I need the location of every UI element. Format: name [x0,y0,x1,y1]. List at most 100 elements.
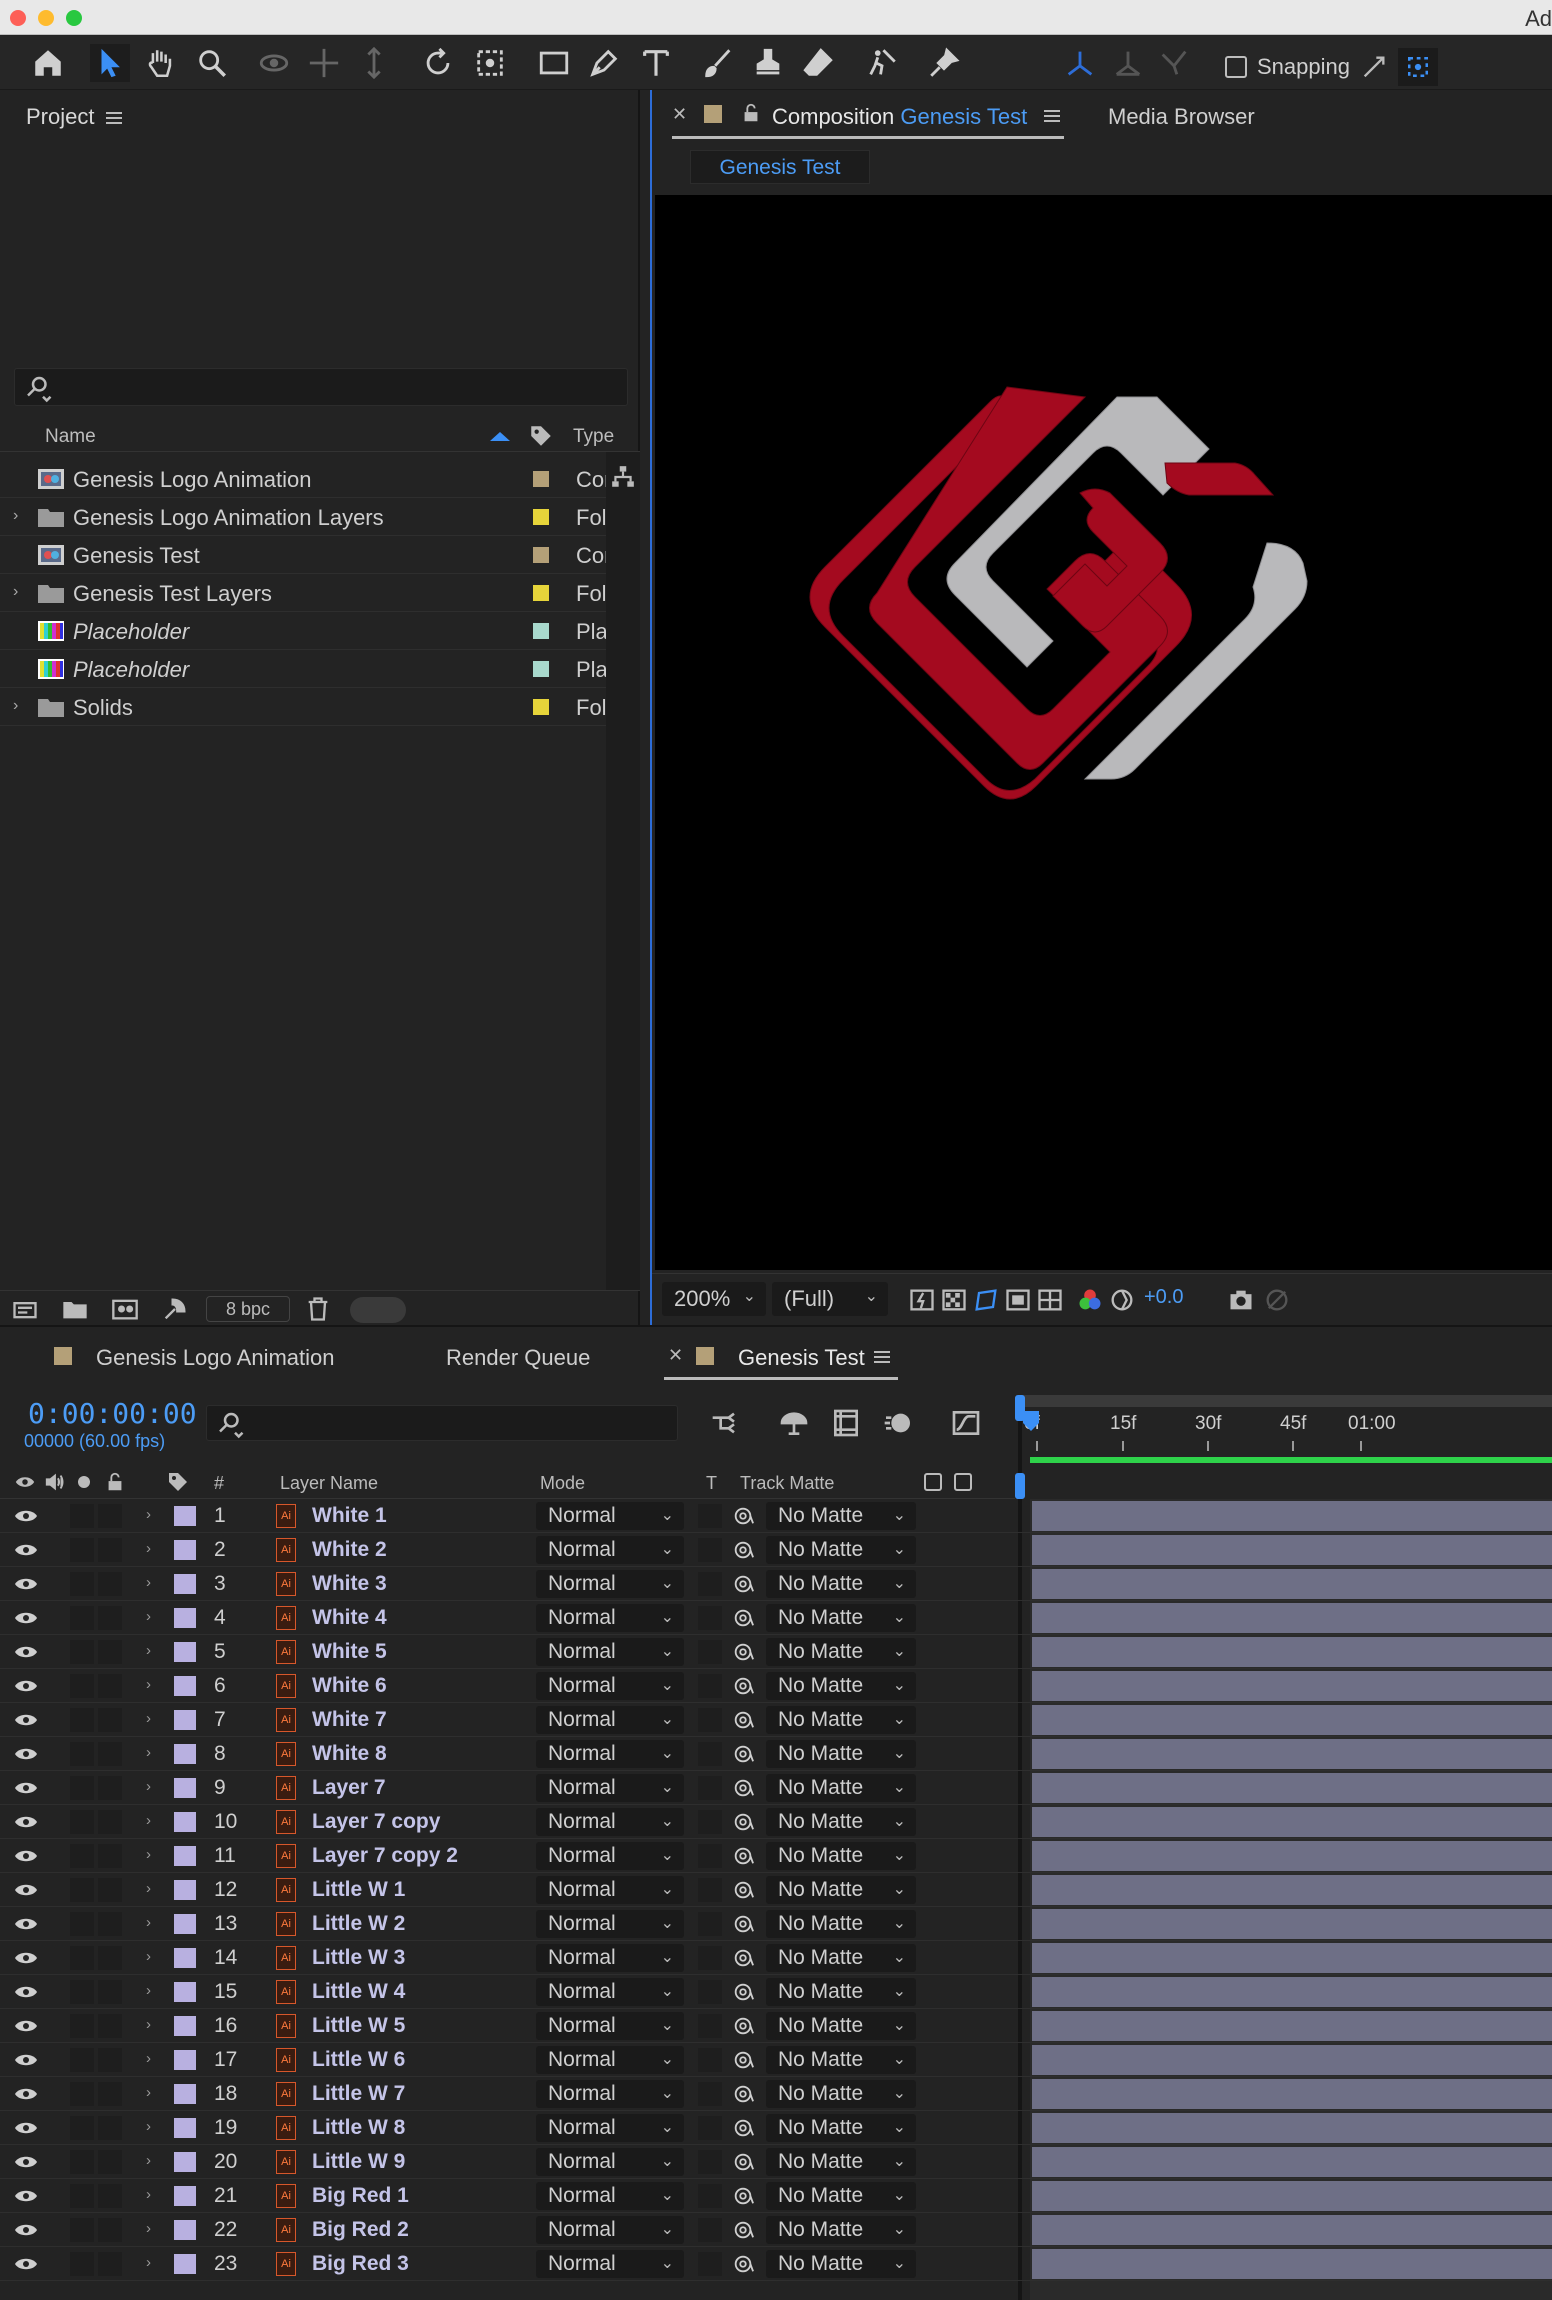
expand-chevron-icon[interactable]: › [146,1846,151,1863]
preserve-transparency-toggle[interactable] [698,1946,722,1970]
lock-switch[interactable] [98,1674,122,1698]
layer-label-color[interactable] [174,1982,196,2002]
selection-tool-icon[interactable] [90,44,130,82]
solo-switch[interactable] [70,1538,94,1562]
eye-icon[interactable] [14,1471,36,1493]
layer-duration-bar[interactable] [1032,1977,1552,2007]
track-matte-dropdown[interactable]: No Matte ⌄ [766,1638,916,1666]
expand-chevron-icon[interactable]: › [13,697,18,715]
solo-switch[interactable] [70,1640,94,1664]
pen-tool-icon[interactable] [584,44,624,82]
composition-tab[interactable]: Composition Genesis Test [772,104,1027,130]
layer-row[interactable]: › 13 Ai Little W 2 Normal ⌄ No Matte ⌄ [0,1907,1552,1941]
blend-mode-dropdown[interactable]: Normal ⌄ [536,1570,684,1598]
magnification-dropdown[interactable]: 200% ⌄ [662,1282,766,1316]
lock-switch[interactable] [98,2082,122,2106]
preserve-transparency-toggle[interactable] [698,1640,722,1664]
track-matte-dropdown[interactable]: No Matte ⌄ [766,1808,916,1836]
eye-icon[interactable] [14,2154,38,2170]
rectangle-tool-icon[interactable] [534,44,574,82]
lock-switch[interactable] [98,1878,122,1902]
layer-name[interactable]: White 2 [312,1538,387,1562]
layer-label-color[interactable] [174,2152,196,2172]
blend-mode-dropdown[interactable]: Normal ⌄ [536,1842,684,1870]
track-matte-dropdown[interactable]: No Matte ⌄ [766,1740,916,1768]
layer-duration-bar[interactable] [1032,1705,1552,1735]
expand-chevron-icon[interactable]: › [146,2084,151,2101]
rotate-tool-icon[interactable] [418,44,458,82]
layer-label-color[interactable] [174,2220,196,2240]
pick-whip-icon[interactable] [732,1845,754,1867]
layer-duration-bar[interactable] [1032,1773,1552,1803]
eye-icon[interactable] [14,1780,38,1796]
track-matte-dropdown[interactable]: No Matte ⌄ [766,1672,916,1700]
label-color-swatch[interactable] [533,547,549,563]
mask-feather-icon[interactable] [1397,48,1438,86]
layer-label-color[interactable] [174,2016,196,2036]
layer-row[interactable]: › 19 Ai Little W 8 Normal ⌄ No Matte ⌄ [0,2111,1552,2145]
preserve-transparency-toggle[interactable] [698,2014,722,2038]
track-matte-dropdown[interactable]: No Matte ⌄ [766,2012,916,2040]
preserve-transparency-toggle[interactable] [698,1708,722,1732]
solo-switch[interactable] [70,2116,94,2140]
preserve-transparency-toggle[interactable] [698,2116,722,2140]
layer-row[interactable]: › 12 Ai Little W 1 Normal ⌄ No Matte ⌄ [0,1873,1552,1907]
preserve-transparency-toggle[interactable] [698,1776,722,1800]
track-matte-dropdown[interactable]: No Matte ⌄ [766,1876,916,1904]
layer-label-color[interactable] [174,1676,196,1696]
layer-label-color[interactable] [174,1608,196,1628]
expand-chevron-icon[interactable]: › [146,2152,151,2169]
layer-duration-bar[interactable] [1032,1739,1552,1769]
lock-switch[interactable] [98,1810,122,1834]
layer-duration-bar[interactable] [1032,1943,1552,1973]
blend-mode-dropdown[interactable]: Normal ⌄ [536,2216,684,2244]
track-matte-dropdown[interactable]: No Matte ⌄ [766,1502,916,1530]
blend-mode-dropdown[interactable]: Normal ⌄ [536,2046,684,2074]
solo-switch[interactable] [70,1980,94,2004]
solo-switch[interactable] [70,1912,94,1936]
layer-row[interactable]: › 22 Ai Big Red 2 Normal ⌄ No Matte ⌄ [0,2213,1552,2247]
preserve-transparency-toggle[interactable] [698,1538,722,1562]
track-matte-dropdown[interactable]: No Matte ⌄ [766,2250,916,2278]
lock-icon[interactable] [740,102,762,124]
layer-row[interactable]: › 21 Ai Big Red 1 Normal ⌄ No Matte ⌄ [0,2179,1552,2213]
layer-label-color[interactable] [174,1574,196,1594]
expand-chevron-icon[interactable]: › [13,507,18,525]
blend-mode-dropdown[interactable]: Normal ⌄ [536,1876,684,1904]
solo-switch[interactable] [70,1504,94,1528]
layer-name[interactable]: Little W 3 [312,1946,405,1970]
preserve-transparency-toggle[interactable] [698,2252,722,2276]
track-matte-dropdown[interactable]: No Matte ⌄ [766,2182,916,2210]
preserve-transparency-toggle[interactable] [698,1504,722,1528]
clone-stamp-tool-icon[interactable] [748,44,788,82]
label-color-swatch[interactable] [533,699,549,715]
layer-name[interactable]: Layer 7 copy [312,1810,440,1834]
preserve-transparency-toggle[interactable] [698,1844,722,1868]
render-queue-tab[interactable]: Render Queue [446,1345,590,1371]
project-item[interactable]: › Genesis Test Layers Fol [0,574,606,612]
layer-duration-bar[interactable] [1032,2011,1552,2041]
blend-mode-dropdown[interactable]: Normal ⌄ [536,1604,684,1632]
expand-chevron-icon[interactable]: › [146,1914,151,1931]
layer-name[interactable]: Big Red 2 [312,2218,409,2242]
eye-icon[interactable] [14,1848,38,1864]
composition-mini-flowchart-icon[interactable] [708,1407,744,1439]
expand-chevron-icon[interactable]: › [146,2254,151,2271]
transparency-grid-icon[interactable] [940,1286,968,1314]
eye-icon[interactable] [14,1508,38,1524]
layer-row[interactable]: › 5 Ai White 5 Normal ⌄ No Matte ⌄ [0,1635,1552,1669]
expand-chevron-icon[interactable]: › [146,1982,151,1999]
expand-chevron-icon[interactable]: › [146,2220,151,2237]
eye-icon[interactable] [14,1542,38,1558]
lock-switch[interactable] [98,1708,122,1732]
preserve-transparency-toggle[interactable] [698,1878,722,1902]
layer-duration-bar[interactable] [1032,2113,1552,2143]
matte-alpha-icon[interactable] [924,1473,942,1491]
layer-label-color[interactable] [174,1710,196,1730]
layer-row[interactable]: › 11 Ai Layer 7 copy 2 Normal ⌄ No Matte ⌄ [0,1839,1552,1873]
project-scrollbar[interactable] [606,452,640,1290]
lock-switch[interactable] [98,2150,122,2174]
layer-row[interactable]: › 10 Ai Layer 7 copy Normal ⌄ No Matte ⌄ [0,1805,1552,1839]
layer-row[interactable]: › 23 Ai Big Red 3 Normal ⌄ No Matte ⌄ [0,2247,1552,2281]
eye-icon[interactable] [14,1678,38,1694]
